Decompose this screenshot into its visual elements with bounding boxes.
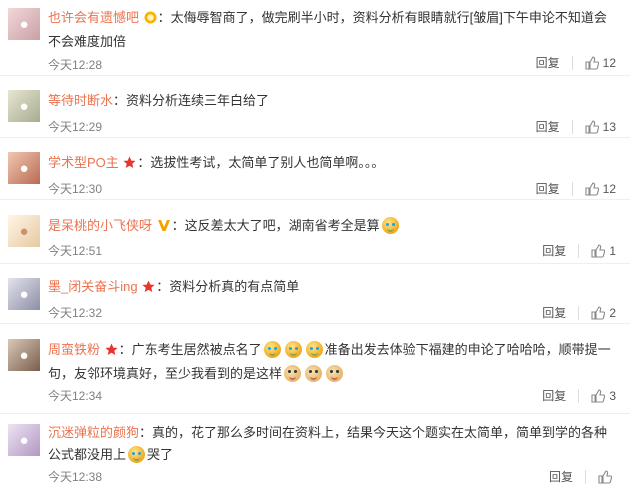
avatar[interactable]: ● [8,90,40,122]
reply-button[interactable]: 回复 [542,304,566,321]
comment-time: 今天12:29 [48,120,103,134]
thumbs-up-icon [598,469,612,484]
user-avatar-icon: ● [19,346,29,364]
user-avatar-icon: ● [19,159,29,177]
divider [571,119,573,134]
avatar[interactable]: ● [8,152,40,184]
thumbs-up-icon [591,243,606,258]
like-count: 3 [609,388,616,403]
thumbs-up-icon [585,119,599,134]
thumbs-up-icon [585,181,599,196]
comment-item: ● 周蛮铁粉 ：广东考生居然被点名了 准备出发去体验下福建的申论了哈哈哈，顺带提一… [0,324,630,414]
comment-time: 今天12:38 [48,470,103,484]
like-button[interactable]: 3 [591,389,616,403]
comment-text: 也许会有遗憾吧 ：太侮辱智商了，做完刷半小时，资料分析有眼睛就行[皱眉]下午申论… [48,7,618,53]
reply-button[interactable]: 回复 [536,118,560,135]
comment-body: ：选拔性考试，太简单了别人也简单啊。。。 [137,155,385,170]
red-star-icon [123,154,137,176]
crying-emoji-icon [263,341,281,358]
comment-username[interactable]: 也许会有遗憾吧 [48,10,139,25]
comment-item: ● 是呆桃的小飞侠呀 ：这反差太大了吧，湖南省考全是算 今天12:51 回复 1 [0,200,630,264]
comment-username[interactable]: 沉迷弹粒的颜狗 [48,425,139,440]
crying-emoji-icon [128,446,146,463]
like-button[interactable]: 1 [591,244,616,258]
divider [571,55,573,70]
avatar[interactable]: ● [8,339,40,371]
avatar[interactable]: ● [8,278,40,310]
yellow-medal-icon [144,9,157,31]
like-count: 2 [609,305,616,320]
comment-username[interactable]: 墨_闭关奋斗ing [48,279,138,294]
comment-body: ：这反差太大了吧，湖南省考全是算 [171,218,380,233]
divider [578,305,580,320]
comment-text: 等待时断水：资料分析连续三年白给了 [48,90,618,112]
comment-item: ● 沉迷弹粒的颜狗：真的，花了那么多时间在资料上，结果今天这个题实在太简单，简单… [0,414,630,496]
user-avatar-icon: ● [19,285,29,303]
doge-emoji-icon [284,365,302,382]
user-avatar-icon: ● [19,97,29,115]
like-count: 13 [602,119,616,134]
comment-text: 墨_闭关奋斗ing ：资料分析真的有点简单 [48,276,618,300]
comment-item: ● 墨_闭关奋斗ing ：资料分析真的有点简单 今天12:32 回复 2 [0,264,630,324]
red-star-icon [105,341,118,363]
comment-body: ：资料分析真的有点简单 [156,279,300,294]
comment-body-continued: 哭了 [147,447,174,462]
comment-time: 今天12:34 [48,389,103,403]
like-button[interactable]: 13 [585,120,616,134]
like-count: 12 [602,181,616,196]
red-star-icon [142,278,155,300]
like-count: 1 [609,243,616,258]
like-button[interactable]: 2 [591,306,616,320]
like-button[interactable]: 12 [585,182,616,196]
avatar[interactable]: ● [8,8,40,40]
comment-time: 今天12:30 [48,182,103,196]
comment-username[interactable]: 等待时断水 [48,93,113,108]
comment-text: 沉迷弹粒的颜狗：真的，花了那么多时间在资料上，结果今天这个题实在太简单，简单到学… [48,422,618,466]
user-avatar-icon: ● [19,15,29,33]
avatar[interactable]: ● [8,215,40,247]
comment-username[interactable]: 是呆桃的小飞侠呀 [48,218,152,233]
divider [578,243,580,258]
reply-button[interactable]: 回复 [536,180,560,197]
divider [578,388,580,403]
like-count: 12 [602,55,616,70]
user-avatar-icon: ● [19,431,29,449]
crying-emoji-icon [381,217,399,234]
orange-v-icon [157,217,171,239]
doge-emoji-icon [305,365,323,382]
reply-button[interactable]: 回复 [542,242,566,259]
crying-emoji-icon [305,341,323,358]
avatar[interactable]: ● [8,424,40,456]
reply-button[interactable]: 回复 [542,387,566,404]
reply-button[interactable]: 回复 [536,54,560,71]
thumbs-up-icon [591,388,606,403]
thumbs-up-icon [585,55,599,70]
comment-time: 今天12:32 [48,306,103,320]
comment-username[interactable]: 周蛮铁粉 [48,342,100,357]
comment-username[interactable]: 学术型PO主 [48,155,119,170]
comment-body: ：资料分析连续三年白给了 [113,93,270,108]
comment-text: 周蛮铁粉 ：广东考生居然被点名了 准备出发去体验下福建的申论了哈哈哈，顺带提一句，… [48,339,618,385]
comment-item: ● 学术型PO主 ：选拔性考试，太简单了别人也简单啊。。。 今天12:30 回复… [0,138,630,200]
crying-emoji-icon [284,341,302,358]
comment-time: 今天12:28 [48,58,103,72]
user-avatar-icon: ● [19,222,29,240]
like-button[interactable]: 12 [585,56,616,70]
divider [585,469,586,484]
comment-time: 今天12:51 [48,244,103,258]
comment-text: 学术型PO主 ：选拔性考试，太简单了别人也简单啊。。。 [48,152,618,176]
comment-item: ● 等待时断水：资料分析连续三年白给了 今天12:29 回复 13 [0,76,630,138]
comment-body: ：广东考生居然被点名了 [118,342,262,357]
comment-item: ● 也许会有遗憾吧 ：太侮辱智商了，做完刷半小时，资料分析有眼睛就行[皱眉]下午… [0,0,630,76]
divider [571,181,573,196]
comment-text: 是呆桃的小飞侠呀 ：这反差太大了吧，湖南省考全是算 [48,215,618,239]
reply-button[interactable]: 回复 [549,468,573,485]
thumbs-up-icon [591,305,606,320]
doge-emoji-icon [326,365,344,382]
like-button[interactable] [598,469,616,484]
